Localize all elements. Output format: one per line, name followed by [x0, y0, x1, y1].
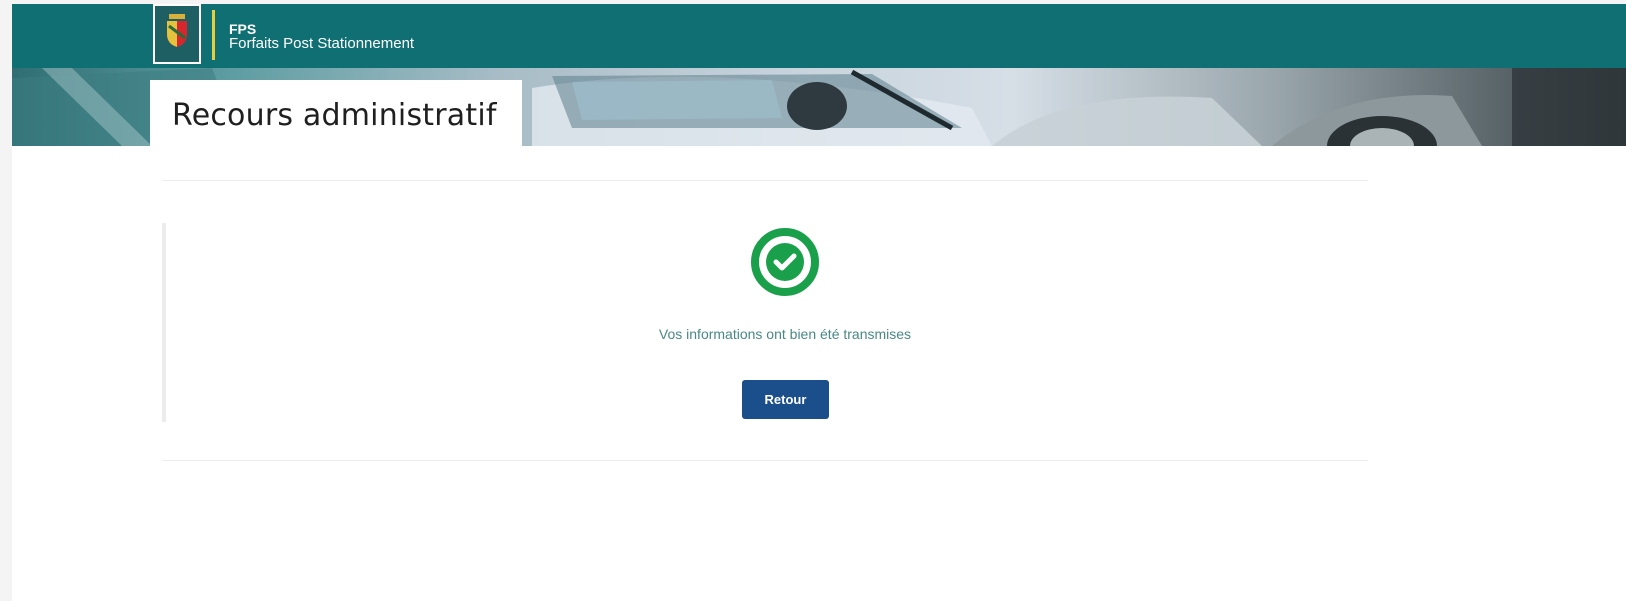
divider-top: [162, 180, 1368, 181]
page-title-card: Recours administratif: [150, 80, 522, 146]
app-window: FPS Forfaits Post Stationnement Recours …: [12, 4, 1626, 601]
logo-separator: [212, 10, 215, 60]
brand-title: FPS: [229, 21, 257, 37]
check-circle-icon: [751, 228, 819, 296]
return-button[interactable]: Retour: [742, 380, 829, 419]
site-logo[interactable]: [153, 4, 201, 64]
divider-bottom: [162, 460, 1368, 461]
brand-subtitle: Forfaits Post Stationnement: [229, 35, 415, 52]
page-title: Recours administratif: [172, 98, 497, 133]
page: FPS Forfaits Post Stationnement Recours …: [0, 0, 1626, 601]
coat-of-arms-icon: [167, 14, 187, 47]
top-bar: FPS Forfaits Post Stationnement: [12, 4, 1626, 68]
confirmation-message: Vos informations ont bien été transmises: [658, 326, 912, 342]
